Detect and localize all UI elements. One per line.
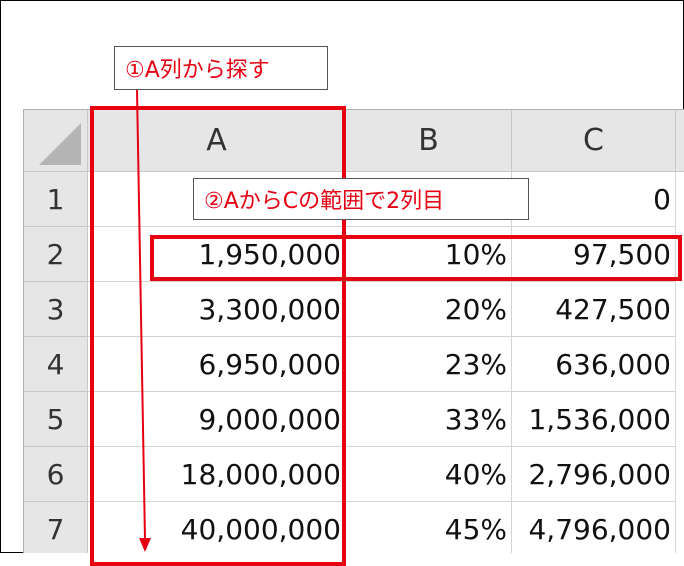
cell-b5[interactable]: 33% xyxy=(346,392,512,447)
cell-a2[interactable]: 1,950,000 xyxy=(88,227,346,282)
column-header-a[interactable]: A xyxy=(88,110,346,172)
row-header-6[interactable]: 6 xyxy=(24,447,88,502)
cell-c7[interactable]: 4,796,000 xyxy=(512,502,676,553)
column-header-next[interactable] xyxy=(676,110,684,172)
callout-range-second-column: ②AからCの範囲で2列目 xyxy=(193,178,529,220)
cell-c3[interactable]: 427,500 xyxy=(512,282,676,337)
cell-b7[interactable]: 45% xyxy=(346,502,512,553)
cell-a3[interactable]: 3,300,000 xyxy=(88,282,346,337)
cell-b4[interactable]: 23% xyxy=(346,337,512,392)
row-header-7[interactable]: 7 xyxy=(24,502,88,553)
cell-a6[interactable]: 18,000,000 xyxy=(88,447,346,502)
cell-a7[interactable]: 40,000,000 xyxy=(88,502,346,553)
column-header-c[interactable]: C xyxy=(512,110,676,172)
cell-c4[interactable]: 636,000 xyxy=(512,337,676,392)
cell-a4[interactable]: 6,950,000 xyxy=(88,337,346,392)
select-all-triangle-icon xyxy=(39,123,81,165)
select-all-corner[interactable] xyxy=(24,110,88,172)
row-header-4[interactable]: 4 xyxy=(24,337,88,392)
cell-b2[interactable]: 10% xyxy=(346,227,512,282)
cell-b6[interactable]: 40% xyxy=(346,447,512,502)
cell-c1[interactable]: 0 xyxy=(512,172,676,227)
row-header-1[interactable]: 1 xyxy=(24,172,88,227)
row-header-5[interactable]: 5 xyxy=(24,392,88,447)
spreadsheet-grid: A B C 1 0 2 1,950,000 10% 97,500 3 3,300… xyxy=(24,110,684,553)
cell-c6[interactable]: 2,796,000 xyxy=(512,447,676,502)
column-header-b[interactable]: B xyxy=(346,110,512,172)
row-header-3[interactable]: 3 xyxy=(24,282,88,337)
callout-search-column-a: ①A列から探す xyxy=(114,46,328,90)
cell-c5[interactable]: 1,536,000 xyxy=(512,392,676,447)
cell-a5[interactable]: 9,000,000 xyxy=(88,392,346,447)
cell-b3[interactable]: 20% xyxy=(346,282,512,337)
cell-c2[interactable]: 97,500 xyxy=(512,227,676,282)
row-header-2[interactable]: 2 xyxy=(24,227,88,282)
